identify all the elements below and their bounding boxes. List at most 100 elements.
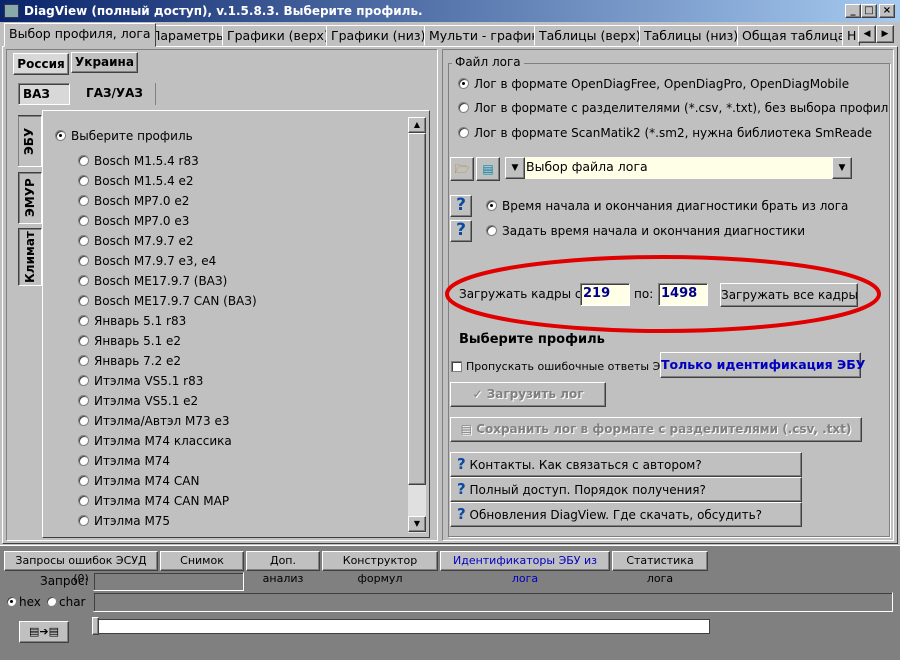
tab-graphs-bottom[interactable]: Графики (низ)	[326, 25, 431, 46]
file-history-dropdown[interactable]: ▼	[505, 157, 525, 179]
profile-option[interactable]: Январь 7.2 e2	[78, 354, 181, 368]
skip-errors-checkbox[interactable]: Пропускать ошибочные ответы ЭБУ	[451, 360, 675, 373]
open-folder-button[interactable]: 🗁	[450, 157, 474, 181]
profile-option[interactable]: Bosch ME17.9.7 (ВАЗ)	[78, 274, 227, 288]
char-radio[interactable]: char	[46, 595, 86, 609]
vtab-ecu[interactable]: ЭБУ	[18, 115, 42, 167]
slider-handle[interactable]	[92, 617, 99, 635]
hex-label: hex	[19, 595, 41, 609]
radio-icon	[78, 415, 89, 426]
save-csv-button[interactable]: ▤ Сохранить лог в формате с разделителям…	[450, 417, 862, 442]
folder-icon: 🗁	[454, 162, 470, 176]
time-option-label: Задать время начала и окончания диагност…	[502, 224, 806, 238]
scroll-thumb[interactable]	[408, 133, 426, 485]
tab-scroll-right[interactable]: ▶	[876, 25, 894, 43]
profile-option[interactable]: Bosch ME17.9.7 CAN (ВАЗ)	[78, 294, 257, 308]
vtab-emur[interactable]: ЭМУР	[18, 172, 42, 224]
profile-option[interactable]: Итэлма/Автэл M73 e3	[78, 414, 229, 428]
profile-heading: Выберите профиль	[459, 332, 605, 347]
close-button[interactable]: ×	[879, 4, 895, 18]
format-option-csv[interactable]: Лог в формате с разделителями (*.csv, *.…	[458, 101, 888, 115]
extra-analysis-button[interactable]: Доп. анализ	[246, 551, 320, 585]
notepad-button[interactable]: ▤	[476, 157, 500, 181]
contacts-link-button[interactable]: ? Контакты. Как связаться с автором?	[450, 452, 802, 477]
tab-tables-bottom[interactable]: Таблицы (низ)	[639, 25, 744, 46]
ecu-identifiers-button[interactable]: Идентификаторы ЭБУ из лога	[440, 551, 610, 585]
profile-option[interactable]: Итэлма M74 классика	[78, 434, 232, 448]
profile-option[interactable]: Bosch MP7.0 e2	[78, 194, 189, 208]
radio-icon	[458, 127, 469, 138]
profile-option[interactable]: Итэлма M74 CAN MAP	[78, 494, 229, 508]
full-access-link-button[interactable]: ? Полный доступ. Порядок получения?	[450, 477, 802, 502]
profile-option[interactable]: Итэлма VS5.1 e2	[78, 394, 198, 408]
tab-parameters[interactable]: Параметры	[146, 25, 231, 46]
profile-option[interactable]: Bosch MP7.0 e3	[78, 214, 189, 228]
profile-option[interactable]: Итэлма M75	[78, 514, 170, 528]
response-output[interactable]	[93, 592, 893, 612]
load-log-button[interactable]: ✓ Загрузить лог	[450, 382, 606, 407]
profile-option-label: Итэлма M74 CAN	[94, 474, 200, 488]
time-option-manual[interactable]: Задать время начала и окончания диагност…	[486, 224, 805, 238]
help-button-time-from-log[interactable]: ?	[450, 195, 472, 217]
skip-errors-label: Пропускать ошибочные ответы ЭБУ	[466, 360, 675, 373]
save-csv-label: Сохранить лог в формате с разделителями …	[476, 422, 852, 436]
convert-button[interactable]: ▤➔▤	[19, 621, 69, 643]
radio-icon	[458, 78, 469, 89]
profile-option-label: Bosch M1.5.4 r83	[94, 154, 199, 168]
profile-option-label: Итэлма M74	[94, 454, 171, 468]
profile-option-label: Итэлма M75	[94, 514, 171, 528]
tab-profile-log[interactable]: Выбор профиля, лога	[4, 23, 156, 47]
formula-builder-button[interactable]: Конструктор формул	[322, 551, 438, 585]
profile-option[interactable]: Итэлма VS5.1 r83	[78, 374, 203, 388]
profile-option[interactable]: Январь 5.1 e2	[78, 334, 181, 348]
tab-tables-top[interactable]: Таблицы (верх)	[534, 25, 646, 46]
radio-icon	[486, 200, 497, 211]
profile-option[interactable]: Bosch M1.5.4 e2	[78, 174, 194, 188]
time-option-label: Время начала и окончания диагностики бра…	[502, 199, 849, 213]
screenshot-button[interactable]: Снимок экрана	[160, 551, 244, 585]
ecu-error-requests-button[interactable]: Запросы ошибок ЭСУД (0)	[4, 551, 158, 585]
request-input[interactable]	[93, 572, 244, 591]
profile-option[interactable]: Итэлма M74 CAN	[78, 474, 199, 488]
radio-icon	[486, 225, 497, 236]
profile-option[interactable]: Итэлма M74	[78, 454, 170, 468]
profile-option[interactable]: Январь 5.1 r83	[78, 314, 186, 328]
tab-scroll-left[interactable]: ◀	[858, 25, 876, 43]
load-log-label: Загрузить лог	[486, 387, 584, 401]
log-file-select[interactable]: Выбор файла лога	[525, 157, 832, 179]
scroll-down-button[interactable]: ▼	[408, 516, 426, 532]
question-icon: ?	[457, 480, 466, 498]
tab-multi-graph[interactable]: Мульти - график	[424, 25, 544, 46]
format-option-scanmatik[interactable]: Лог в формате ScanMatik2 (*.sm2, нужна б…	[458, 126, 872, 140]
format-label: Лог в формате ScanMatik2 (*.sm2, нужна б…	[474, 126, 872, 140]
profile-option[interactable]: Bosch M1.5.4 r83	[78, 154, 199, 168]
progress-slider[interactable]	[93, 619, 710, 634]
country-tab-ukraine[interactable]: Украина	[71, 52, 138, 73]
log-statistics-button[interactable]: Статистика лога	[612, 551, 708, 585]
maximize-button[interactable]: □	[861, 4, 877, 18]
updates-link-button[interactable]: ? Обновления DiagView. Где скачать, обсу…	[450, 502, 802, 527]
country-tab-russia[interactable]: Россия	[13, 53, 69, 75]
profile-option-choose[interactable]: Выберите профиль	[55, 129, 193, 143]
window-title: DiagView (полный доступ), v.1.5.8.3. Выб…	[24, 4, 423, 18]
question-icon: ?	[457, 505, 466, 523]
scroll-up-button[interactable]: ▲	[408, 117, 426, 133]
vtab-climate[interactable]: Климат	[18, 228, 42, 286]
format-option-opendiag[interactable]: Лог в формате OpenDiagFree, OpenDiagPro,…	[458, 77, 849, 91]
app-icon	[4, 4, 19, 18]
time-option-from-log[interactable]: Время начала и окончания диагностики бра…	[486, 199, 848, 213]
profile-option-label: Итэлма/Автэл M73 e3	[94, 414, 230, 428]
minimize-button[interactable]: _	[845, 4, 861, 18]
profile-option-label: Bosch M1.5.4 e2	[94, 174, 194, 188]
maker-tab-gaz[interactable]: ГАЗ/УАЗ	[74, 83, 156, 105]
help-button-set-time[interactable]: ?	[450, 220, 472, 242]
hex-radio[interactable]: hex	[6, 595, 41, 609]
profile-option-label: Итэлма VS5.1 r83	[94, 374, 204, 388]
log-file-dropdown-button[interactable]: ▼	[832, 157, 852, 179]
tab-general-table[interactable]: Общая таблица	[737, 25, 851, 46]
profile-option[interactable]: Bosch M7.9.7 e3, e4	[78, 254, 216, 268]
maker-tab-vaz[interactable]: ВАЗ	[18, 83, 70, 105]
tab-graphs-top[interactable]: Графики (верх)	[222, 25, 334, 46]
profile-option[interactable]: Bosch M7.9.7 e2	[78, 234, 194, 248]
ecu-id-only-button[interactable]: Только идентификация ЭБУ	[660, 352, 865, 378]
